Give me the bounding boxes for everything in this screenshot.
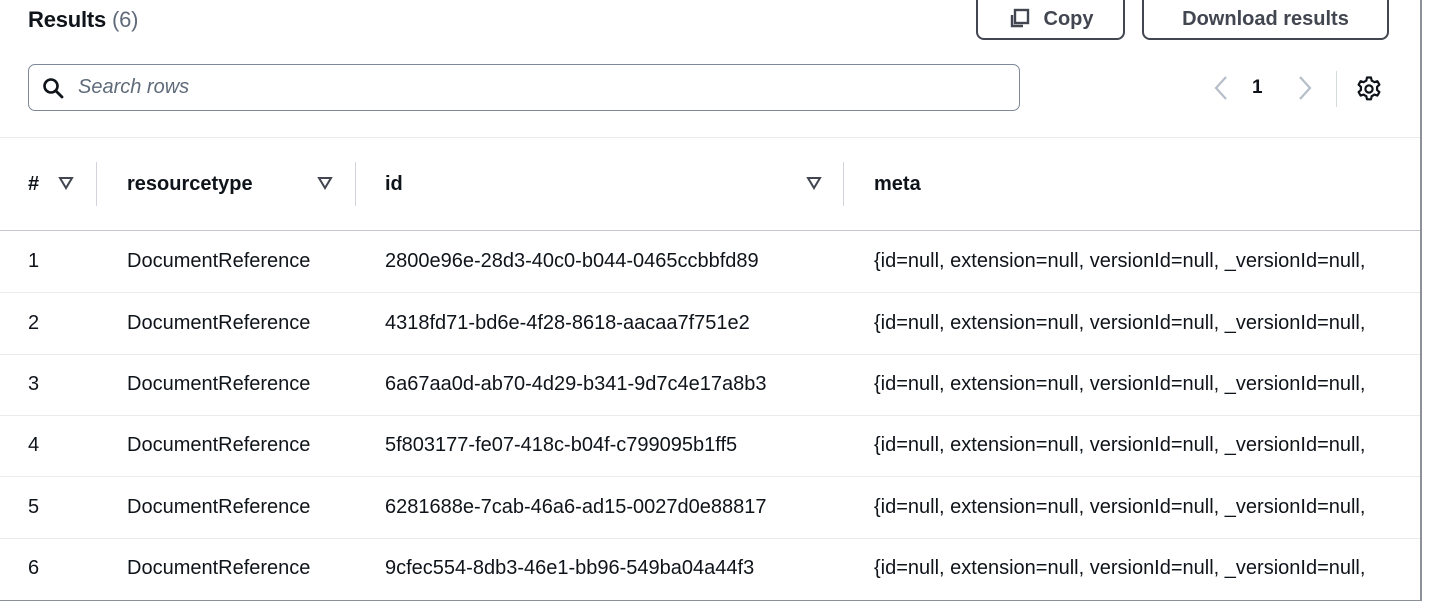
column-label: # <box>28 172 40 195</box>
column-resizer[interactable] <box>843 162 844 206</box>
table-row[interactable]: 2 DocumentReference 4318fd71-bd6e-4f28-8… <box>0 293 1420 355</box>
sort-caret-down-icon[interactable] <box>806 176 822 190</box>
download-button-label: Download results <box>1182 7 1349 30</box>
pagination-divider <box>1336 71 1337 107</box>
column-header-id[interactable]: id <box>385 138 403 230</box>
gear-icon[interactable] <box>1355 75 1383 103</box>
previous-page-button[interactable] <box>1210 70 1234 106</box>
next-page-button[interactable] <box>1292 70 1316 106</box>
cell-resourcetype: DocumentReference <box>127 250 311 272</box>
cell-meta: {id=null, extension=null, versionId=null… <box>874 373 1366 395</box>
cell-meta: {id=null, extension=null, versionId=null… <box>874 496 1366 518</box>
copy-icon <box>1010 8 1029 28</box>
table-row[interactable]: 6 DocumentReference 9cfec554-8db3-46e1-b… <box>0 538 1420 599</box>
cell-id: 6a67aa0d-ab70-4d29-b341-9d7c4e17a8b3 <box>385 373 767 395</box>
cell-resourcetype: DocumentReference <box>127 434 311 456</box>
results-title-label: Results <box>28 7 107 32</box>
cell-number: 3 <box>28 373 40 395</box>
cell-id: 6281688e-7cab-46a6-ad15-0027d0e88817 <box>385 496 767 518</box>
search-icon <box>43 77 64 98</box>
results-panel: Results (6) Copy Download results 1 <box>0 0 1422 601</box>
cell-number: 6 <box>28 557 40 579</box>
column-label: resourcetype <box>127 172 253 195</box>
cell-number: 1 <box>28 250 40 272</box>
results-title: Results (6) <box>28 7 138 33</box>
table-row[interactable]: 4 DocumentReference 5f803177-fe07-418c-b… <box>0 415 1420 477</box>
column-label: meta <box>874 172 921 195</box>
cell-number: 2 <box>28 312 40 334</box>
search-input[interactable] <box>78 76 958 99</box>
cell-meta: {id=null, extension=null, versionId=null… <box>874 434 1366 456</box>
copy-button-label: Copy <box>1043 7 1094 30</box>
cell-meta: {id=null, extension=null, versionId=null… <box>874 312 1366 334</box>
cell-id: 2800e96e-28d3-40c0-b044-0465ccbbfd89 <box>385 250 759 272</box>
cell-resourcetype: DocumentReference <box>127 496 311 518</box>
copy-button[interactable]: Copy <box>976 0 1125 40</box>
column-resizer[interactable] <box>96 162 97 206</box>
cell-resourcetype: DocumentReference <box>127 312 311 334</box>
cell-meta: {id=null, extension=null, versionId=null… <box>874 250 1366 272</box>
sort-caret-down-icon[interactable] <box>58 176 74 190</box>
column-label: id <box>385 172 403 195</box>
column-header-meta[interactable]: meta <box>874 138 921 230</box>
cell-id: 5f803177-fe07-418c-b04f-c799095b1ff5 <box>385 434 738 456</box>
column-resizer[interactable] <box>355 162 356 206</box>
table-row[interactable]: 3 DocumentReference 6a67aa0d-ab70-4d29-b… <box>0 354 1420 416</box>
cell-meta: {id=null, extension=null, versionId=null… <box>874 557 1366 579</box>
chevron-left-icon <box>1214 76 1227 100</box>
cell-resourcetype: DocumentReference <box>127 373 311 395</box>
page-number-1[interactable]: 1 <box>1252 70 1263 106</box>
table-row[interactable]: 5 DocumentReference 6281688e-7cab-46a6-a… <box>0 477 1420 539</box>
download-results-button[interactable]: Download results <box>1142 0 1389 40</box>
table-row[interactable]: 1 DocumentReference 2800e96e-28d3-40c0-b… <box>0 231 1420 293</box>
column-header-number[interactable]: # <box>28 138 39 230</box>
results-count: (6) <box>112 7 139 32</box>
cell-id: 9cfec554-8db3-46e1-bb96-549ba04a44f3 <box>385 557 755 579</box>
cell-number: 5 <box>28 496 40 518</box>
cell-id: 4318fd71-bd6e-4f28-8618-aacaa7f751e2 <box>385 312 750 334</box>
search-field[interactable] <box>28 64 1020 111</box>
cell-resourcetype: DocumentReference <box>127 557 311 579</box>
sort-caret-down-icon[interactable] <box>317 176 333 190</box>
chevron-right-icon <box>1299 76 1312 100</box>
column-header-resourcetype[interactable]: resourcetype <box>127 138 253 230</box>
cell-number: 4 <box>28 434 40 456</box>
table-header: # resourcetype id meta <box>0 138 1420 231</box>
